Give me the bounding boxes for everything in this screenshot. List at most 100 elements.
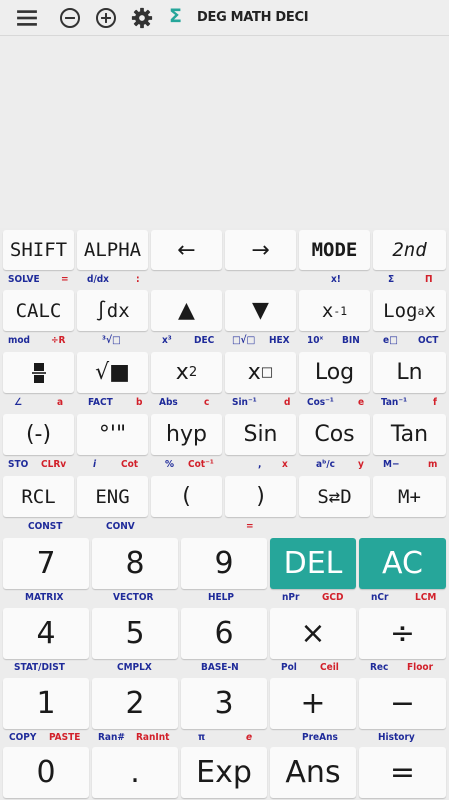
hyp-key-label: hyp	[166, 422, 207, 447]
cos-key-label: Cos	[314, 422, 355, 447]
all-clear-key-label: AC	[382, 546, 423, 581]
cursor-down-key[interactable]: ▼	[225, 290, 296, 331]
digit-6-label: 6	[214, 616, 234, 651]
shift-key[interactable]: SHIFT	[3, 230, 74, 270]
degree-key[interactable]: °'"	[77, 414, 148, 455]
square-key[interactable]: x2	[151, 352, 222, 393]
cursor-up-key[interactable]: ▲	[151, 290, 222, 331]
alpha-label-ceil: Ceil	[320, 662, 339, 673]
alpha-label-f: f	[433, 397, 437, 408]
all-clear-key[interactable]: AC	[359, 538, 446, 589]
keypad: SHIFT ALPHA ← → MODE 2nd SOLVE = d/dx : …	[0, 228, 449, 800]
mode-key[interactable]: MODE	[299, 230, 370, 270]
alpha-label-equals-2: =	[246, 521, 254, 532]
shift-label-base-n: BASE-N	[201, 662, 239, 673]
shift-label-history: History	[378, 732, 415, 743]
delete-key[interactable]: DEL	[270, 538, 356, 589]
multiply-key[interactable]: ×	[270, 608, 356, 659]
menu-icon[interactable]	[16, 7, 38, 29]
shift-label-mixed-fraction: aᵇ/c	[316, 459, 335, 470]
plus-key[interactable]: +	[270, 678, 356, 729]
integral-key[interactable]: ∫dx	[77, 290, 148, 331]
digit-2-key[interactable]: 2	[92, 678, 178, 729]
sigma-icon[interactable]: Σ	[169, 5, 182, 27]
ans-key[interactable]: Ans	[270, 747, 356, 798]
negative-key[interactable]: (-)	[3, 414, 74, 455]
m-plus-key[interactable]: M+	[373, 476, 446, 517]
fraction-key[interactable]	[3, 352, 74, 393]
log-key[interactable]: Log	[299, 352, 370, 393]
exp-key[interactable]: Exp	[181, 747, 267, 798]
minus-icon: −	[389, 686, 416, 721]
sin-key[interactable]: Sin	[225, 414, 296, 455]
square-exponent: 2	[188, 365, 198, 380]
sin-key-label: Sin	[243, 422, 278, 447]
second-key[interactable]: 2nd	[373, 230, 446, 270]
plus-icon: +	[300, 686, 326, 721]
alpha-label-gcd: GCD	[322, 592, 344, 603]
alpha-key[interactable]: ALPHA	[77, 230, 148, 270]
digit-6-key[interactable]: 6	[181, 608, 267, 659]
digit-3-key[interactable]: 3	[181, 678, 267, 729]
tan-key[interactable]: Tan	[373, 414, 446, 455]
digit-0-key[interactable]: 0	[3, 747, 89, 798]
digit-5-key[interactable]: 5	[92, 608, 178, 659]
shift-label-stat-dist: STAT/DIST	[14, 662, 65, 673]
cursor-left-key[interactable]: ←	[151, 230, 222, 270]
shift-label-fact: FACT	[88, 397, 113, 408]
second-key-label: 2nd	[392, 239, 427, 261]
alpha-label-e: e	[358, 397, 365, 408]
digit-4-key[interactable]: 4	[3, 608, 89, 659]
gear-icon[interactable]	[131, 7, 153, 29]
minus-key[interactable]: −	[359, 678, 446, 729]
rcl-key[interactable]: RCL	[3, 476, 74, 517]
digit-1-key[interactable]: 1	[3, 678, 89, 729]
digit-9-key[interactable]: 9	[181, 538, 267, 589]
zoom-out-icon[interactable]	[59, 7, 81, 29]
hyp-key[interactable]: hyp	[151, 414, 222, 455]
shift-label-percent: %	[165, 459, 175, 470]
open-paren-key[interactable]: (	[151, 476, 222, 517]
sqrt-key[interactable]: √■	[77, 352, 148, 393]
equals-icon: =	[389, 755, 416, 790]
shift-label-ten-power: 10ˣ	[307, 335, 324, 346]
sd-toggle-key[interactable]: S⇄D	[299, 476, 370, 517]
alpha-label-d: d	[284, 397, 291, 408]
reciprocal-exponent: -1	[333, 303, 348, 318]
calculator-display[interactable]	[0, 36, 449, 228]
toolbar: Σ DEG MATH DECI	[0, 0, 449, 36]
digit-0-label: 0	[36, 755, 56, 790]
shift-label-m-minus: M−	[383, 459, 400, 470]
degree-key-label: °'"	[98, 422, 127, 447]
mode-key-label: MODE	[311, 239, 358, 261]
digit-3-label: 3	[214, 686, 234, 721]
shift-label-random: Ran#	[98, 732, 125, 743]
alpha-label-dec: DEC	[194, 335, 215, 346]
alpha-label-product: Π	[425, 274, 433, 285]
reciprocal-key[interactable]: x -1	[299, 290, 370, 331]
zoom-in-icon[interactable]	[95, 7, 117, 29]
shift-label-npr: nPr	[282, 592, 300, 603]
digit-7-key[interactable]: 7	[3, 538, 89, 589]
log-base-key[interactable]: Log a x	[373, 290, 446, 331]
sd-toggle-label: S⇄D	[317, 485, 352, 508]
shift-label-comma: ,	[258, 459, 262, 470]
tan-key-label: Tan	[390, 422, 429, 447]
shift-label-ncr: nCr	[371, 592, 389, 603]
divide-key[interactable]: ÷	[359, 608, 446, 659]
shift-label-e-power: e□	[383, 335, 398, 346]
power-key[interactable]: x □	[225, 352, 296, 393]
ln-key[interactable]: Ln	[373, 352, 446, 393]
shift-label-cube: x³	[162, 335, 172, 346]
decimal-point-key[interactable]: .	[92, 747, 178, 798]
calc-key[interactable]: CALC	[3, 290, 74, 331]
cursor-right-key[interactable]: →	[225, 230, 296, 270]
alpha-label-euler: e	[246, 732, 253, 743]
shift-label-angle: ∠	[14, 397, 23, 408]
equals-key[interactable]: =	[359, 747, 446, 798]
digit-8-key[interactable]: 8	[92, 538, 178, 589]
alpha-label-colon: :	[136, 274, 140, 285]
eng-key[interactable]: ENG	[77, 476, 148, 517]
close-paren-key[interactable]: )	[225, 476, 296, 517]
cos-key[interactable]: Cos	[299, 414, 370, 455]
